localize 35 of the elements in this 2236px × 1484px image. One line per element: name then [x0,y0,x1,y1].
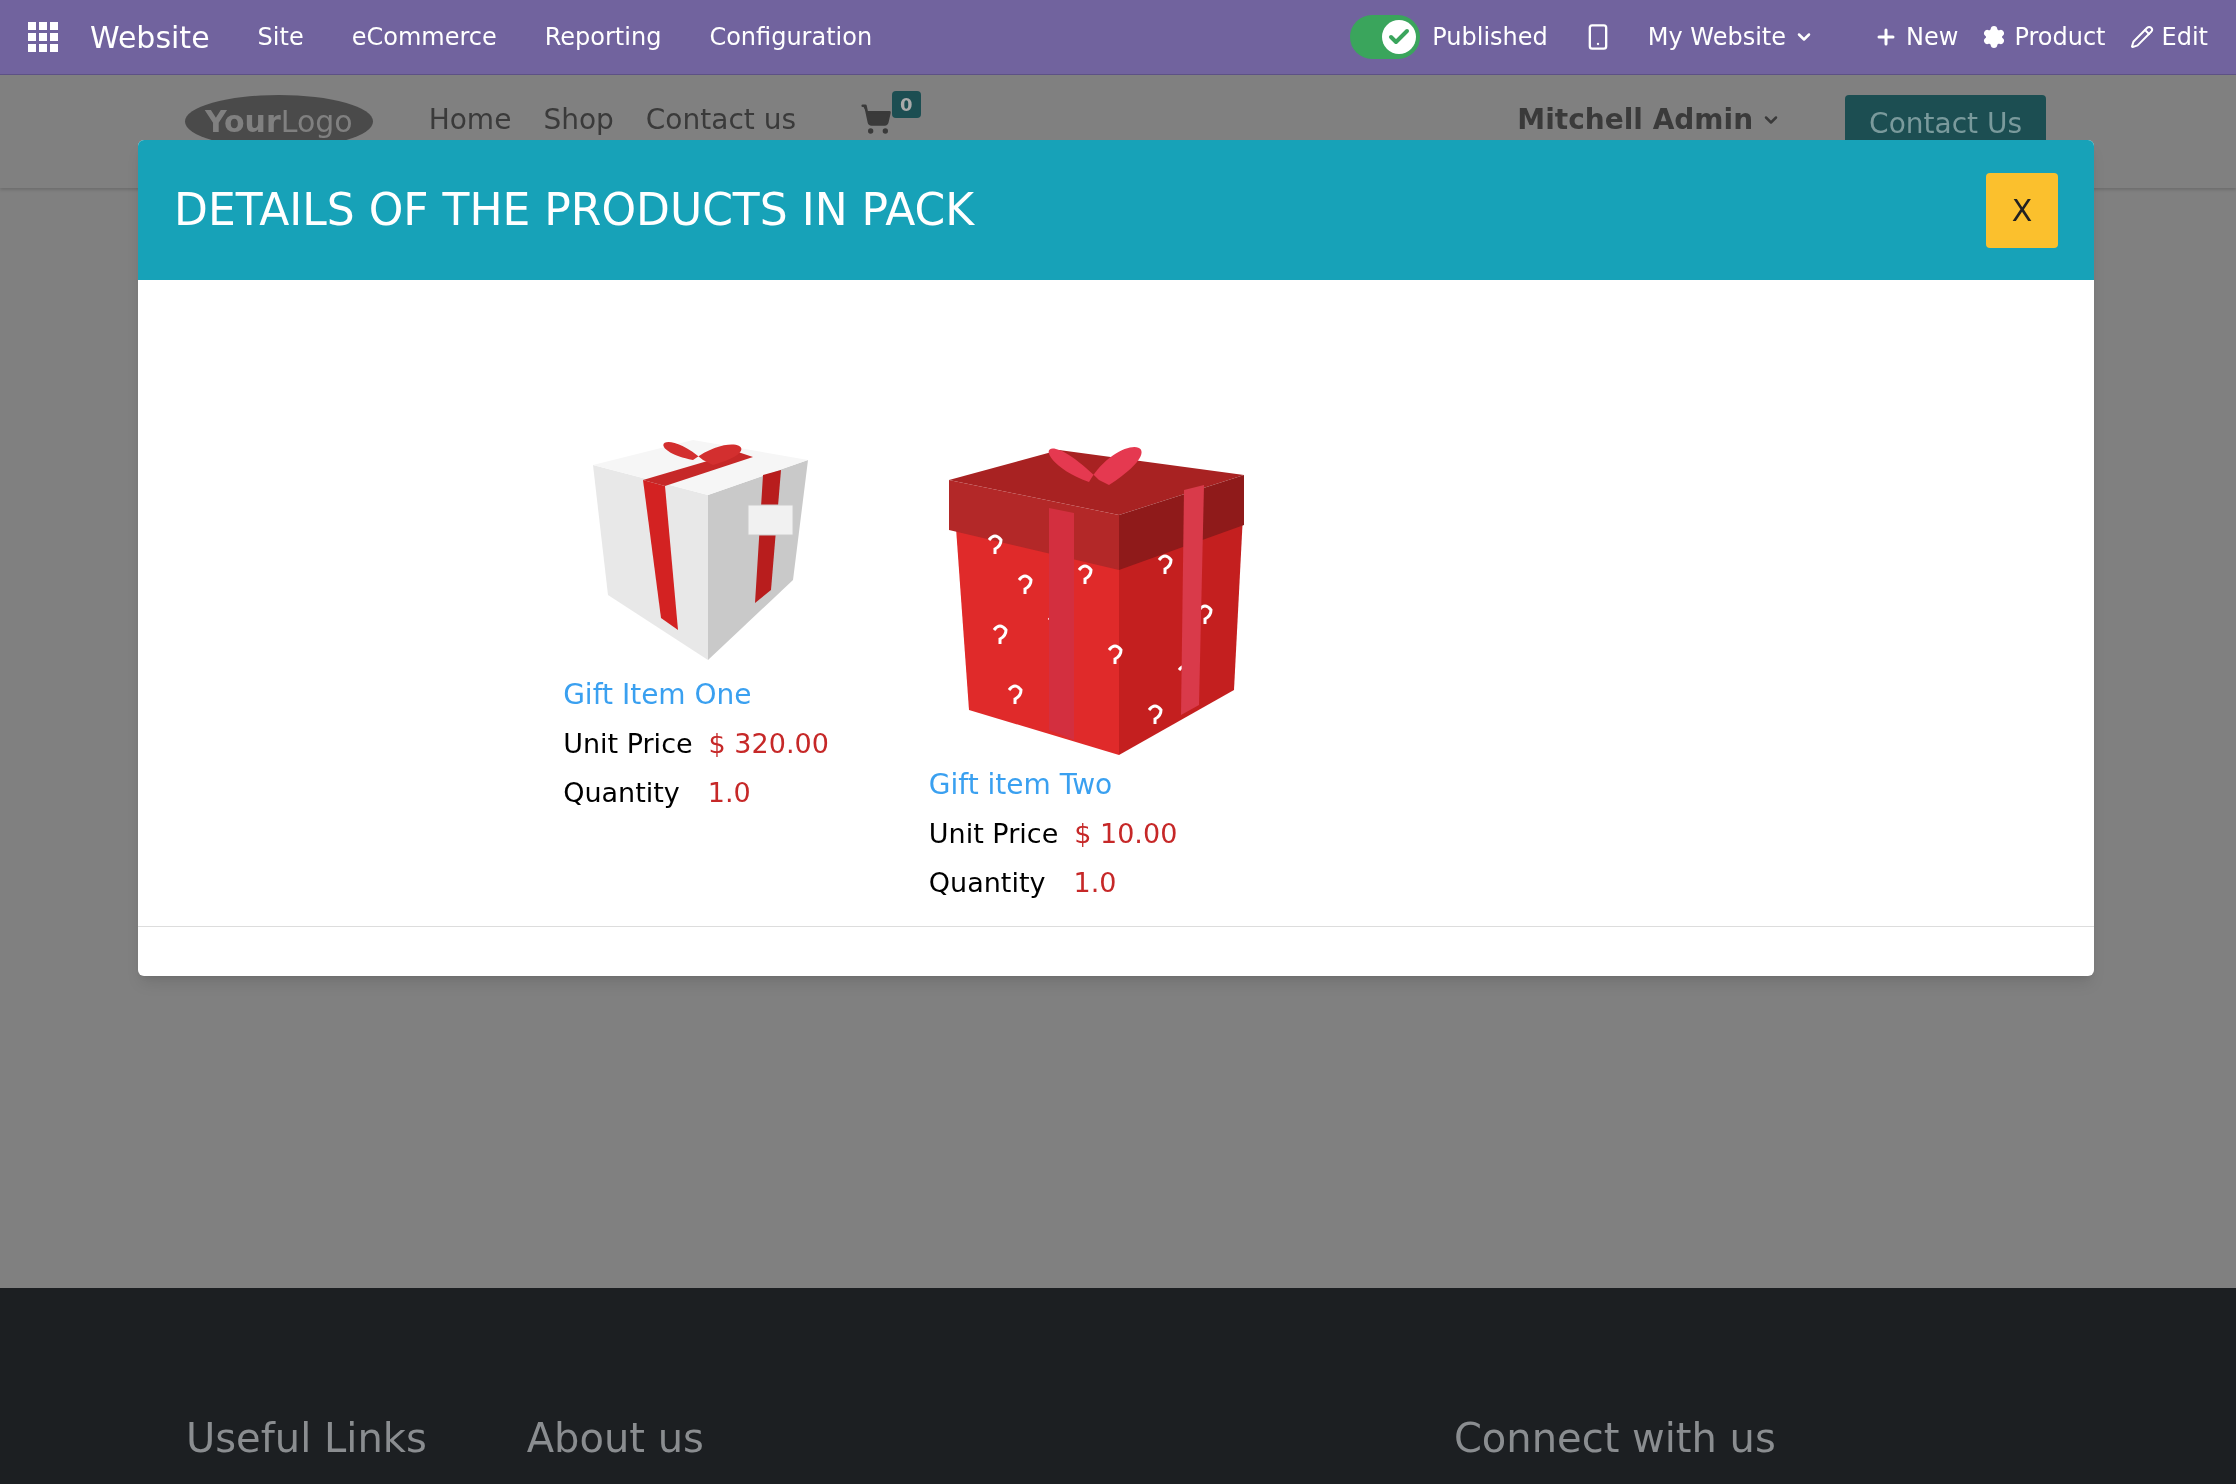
quantity-value: 1.0 [707,775,751,810]
footer-heading: Connect with us [1453,1414,1776,1463]
cart-count-badge: 0 [892,91,921,118]
apps-grid-icon[interactable] [28,22,58,52]
menu-item[interactable]: Configuration [709,19,873,55]
cart-icon[interactable] [860,103,892,135]
pencil-icon [2129,25,2154,49]
site-nav-link[interactable]: Home [428,99,512,141]
menu-item[interactable]: Site [257,19,304,55]
unit-price-label: Unit Price [563,727,693,761]
footer-heading: Useful Links [186,1414,427,1463]
toolbar-button[interactable]: New [1874,19,1959,55]
footer-heading: About us [526,1414,704,1463]
quantity-label: Quantity [928,865,1046,900]
close-button[interactable]: X [1986,172,2058,248]
toolbar-button[interactable]: Product [1982,19,2106,55]
user-menu[interactable]: Mitchell Admin [1517,99,1782,141]
product-name-link[interactable]: Gift Item One [563,674,752,716]
modal-title: DETAILS OF THE PRODUCTS IN PACK [174,183,975,237]
toolbar-button[interactable]: Edit [2129,19,2208,55]
website-switcher[interactable]: My Website [1647,19,1815,55]
site-nav-link[interactable]: Contact us [645,99,796,141]
quantity-label: Quantity [563,775,680,810]
unit-price-value: $ 320.00 [708,727,829,761]
unit-price-value: $ 10.00 [1074,817,1178,851]
quantity-value: 1.0 [1073,865,1117,900]
app-name[interactable]: Website [90,14,210,60]
product-name-link[interactable]: Gift item Two [928,764,1113,806]
site-nav-link[interactable]: Shop [543,99,614,141]
menu-item[interactable]: Reporting [544,19,662,55]
publish-toggle[interactable] [1350,15,1421,59]
unit-price-label: Unit Price [928,817,1059,851]
published-label: Published [1432,22,1548,53]
settings-icon [1982,25,2007,49]
menu-item[interactable]: eCommerce [351,19,497,55]
